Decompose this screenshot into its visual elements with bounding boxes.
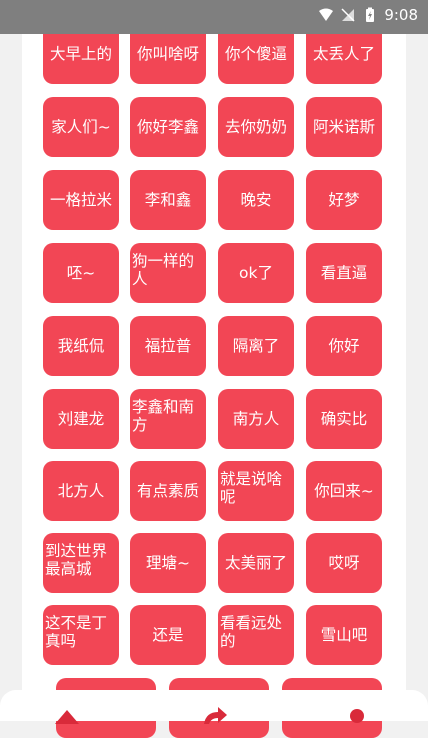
- sound-tile[interactable]: 你好: [306, 316, 382, 376]
- status-bar: 9:08: [0, 0, 428, 34]
- sound-tile[interactable]: 这不是丁真吗: [43, 605, 119, 665]
- sound-tile[interactable]: 你回来~: [306, 461, 382, 521]
- sound-tile[interactable]: 一格拉米: [43, 170, 119, 230]
- refresh-icon[interactable]: [200, 704, 230, 724]
- tile-label: 这不是丁真吗: [45, 614, 108, 650]
- home-icon[interactable]: [52, 704, 82, 724]
- tile-label: 就是说啥呢: [220, 470, 283, 506]
- sound-tile[interactable]: 还是: [130, 605, 206, 665]
- status-icons: 9:08: [318, 6, 418, 24]
- tile-label: 哎呀: [328, 554, 360, 572]
- tile-label: 刘建龙: [57, 410, 105, 428]
- sound-tile[interactable]: 阿米诺斯: [306, 97, 382, 157]
- tile-label: 阿米诺斯: [312, 118, 375, 136]
- sound-tile[interactable]: ok了: [218, 243, 294, 303]
- sound-tile[interactable]: 家人们~: [43, 97, 119, 157]
- tile-label: 狗一样的人: [132, 252, 195, 288]
- tile-label: 看看远处的: [220, 614, 283, 650]
- tile-label: 你好李鑫: [136, 118, 199, 136]
- tile-label: 确实比: [320, 410, 368, 428]
- sound-tile[interactable]: 看直逼: [306, 243, 382, 303]
- tile-label: 呸~: [66, 264, 96, 282]
- tile-label: 好梦: [328, 191, 360, 209]
- tile-label: 你回来~: [314, 482, 374, 500]
- sound-tile[interactable]: 有点素质: [130, 461, 206, 521]
- sound-tile[interactable]: 刘建龙: [43, 389, 119, 449]
- tile-label: 看直逼: [320, 264, 368, 282]
- content-panel: 大早上的 你叫啥呀 你个傻逼 太丢人了 家人们~ 你好李鑫 去你奶奶 阿米诺斯 …: [22, 0, 406, 738]
- tile-label: 一格拉米: [49, 191, 112, 209]
- sound-tile[interactable]: 北方人: [43, 461, 119, 521]
- tile-label: 李和鑫: [144, 191, 192, 209]
- status-time: 9:08: [384, 6, 418, 24]
- battery-icon: [366, 7, 375, 22]
- sound-tile[interactable]: 呸~: [43, 243, 119, 303]
- sound-tile[interactable]: 狗一样的人: [130, 243, 206, 303]
- sound-tile[interactable]: 确实比: [306, 389, 382, 449]
- sound-tile[interactable]: 晚安: [218, 170, 294, 230]
- sound-tile[interactable]: 到达世界最高城: [43, 533, 119, 593]
- tile-label: 家人们~: [51, 118, 111, 136]
- wifi-icon: [319, 8, 334, 21]
- sound-tile[interactable]: 李和鑫: [130, 170, 206, 230]
- sound-tile[interactable]: 太美丽了: [218, 533, 294, 593]
- tile-label: 雪山吧: [320, 626, 368, 644]
- tile-label: 到达世界最高城: [45, 542, 108, 578]
- sound-tile[interactable]: 南方人: [218, 389, 294, 449]
- tile-label: 有点素质: [136, 482, 199, 500]
- tile-label: 你叫啥呀: [136, 45, 199, 63]
- tile-label: 我纸侃: [57, 337, 105, 355]
- tile-label: ok了: [239, 264, 273, 282]
- sound-tile[interactable]: 我纸侃: [43, 316, 119, 376]
- sound-tile[interactable]: 理塘~: [130, 533, 206, 593]
- tile-label: 你好: [328, 337, 360, 355]
- tile-label: 去你奶奶: [224, 118, 287, 136]
- tile-label: 还是: [152, 626, 184, 644]
- tile-label: 北方人: [57, 482, 105, 500]
- tile-label: 隔离了: [232, 337, 280, 355]
- sound-tile[interactable]: 看看远处的: [218, 605, 294, 665]
- sound-tile[interactable]: 你好李鑫: [130, 97, 206, 157]
- tile-label: 你个傻逼: [224, 45, 287, 63]
- tile-label: 太美丽了: [224, 554, 287, 572]
- tile-label: 福拉普: [144, 337, 192, 355]
- sound-tile[interactable]: 就是说啥呢: [218, 461, 294, 521]
- signal-icon: [341, 8, 355, 22]
- tile-label: 太丢人了: [312, 45, 375, 63]
- sound-tile[interactable]: 去你奶奶: [218, 97, 294, 157]
- sound-tile[interactable]: 李鑫和南方: [130, 389, 206, 449]
- sound-tile[interactable]: 好梦: [306, 170, 382, 230]
- tile-label: 南方人: [232, 410, 280, 428]
- profile-icon[interactable]: [342, 704, 372, 724]
- sound-tile[interactable]: 隔离了: [218, 316, 294, 376]
- sound-tile[interactable]: 雪山吧: [306, 605, 382, 665]
- sound-tile[interactable]: 哎呀: [306, 533, 382, 593]
- tile-label: 理塘~: [146, 554, 190, 572]
- bottom-nav: [0, 690, 428, 724]
- tile-label: 李鑫和南方: [132, 398, 195, 434]
- tile-label: 晚安: [240, 191, 272, 209]
- sound-tile[interactable]: 福拉普: [130, 316, 206, 376]
- tile-label: 大早上的: [49, 45, 112, 63]
